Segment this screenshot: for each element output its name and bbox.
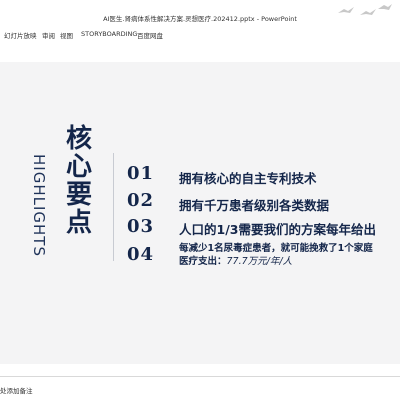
menu-bar: 幻灯片放映 审阅 视图 STORYBOARDING 百度网盘	[0, 26, 400, 43]
item-line: 每减少1名尿毒症患者，就可能挽救了1个家庭	[179, 243, 373, 254]
menu-baidu-netdisk[interactable]: 百度网盘	[137, 30, 163, 40]
item-line-prefix: 医疗支出：	[179, 256, 227, 267]
item-text: 拥有核心的自主专利技术	[179, 171, 317, 186]
menu-view[interactable]: 视图	[60, 30, 73, 40]
heading-char: 点	[66, 208, 93, 238]
item-number: 02	[127, 190, 155, 211]
item-line: 医疗支出：77.7万元/年/人	[179, 255, 373, 268]
item-number: 04	[127, 244, 155, 265]
item-number: 01	[127, 163, 155, 184]
heading-char: 心	[66, 152, 93, 182]
heading-char: 核	[66, 124, 93, 154]
menu-slideshow[interactable]: 幻灯片放映	[4, 30, 37, 40]
item-text: 人口的1/3需要我们的方案每年给出	[179, 222, 376, 237]
heading-english: HIGHLIGHTS	[30, 154, 48, 257]
item-text: 拥有千万患者级别各类数据	[179, 198, 330, 213]
item-line-value: 77.7万元/年/人	[226, 256, 293, 267]
heading-chinese: 核 心 要 点	[66, 125, 92, 237]
title-bar: AI医生.肾病体系性解决方案.灵想医疗.202412.pptx - PowerP…	[0, 0, 400, 26]
menu-review[interactable]: 审阅	[42, 30, 55, 40]
notes-pane[interactable]: 处添加备注	[0, 376, 400, 401]
item-text-multiline: 每减少1名尿毒症患者，就可能挽救了1个家庭 医疗支出：77.7万元/年/人	[179, 242, 373, 268]
notes-placeholder[interactable]: 处添加备注	[0, 385, 33, 395]
menu-storyboarding[interactable]: STORYBOARDING	[81, 30, 137, 38]
vertical-divider	[113, 153, 114, 261]
heading-char: 要	[66, 180, 93, 210]
cranes-decoration-icon	[338, 4, 392, 15]
slide-canvas[interactable]: 核 心 要 点 HIGHLIGHTS 01 拥有核心的自主专利技术 02 拥有千…	[0, 62, 400, 364]
item-number: 03	[127, 216, 155, 237]
